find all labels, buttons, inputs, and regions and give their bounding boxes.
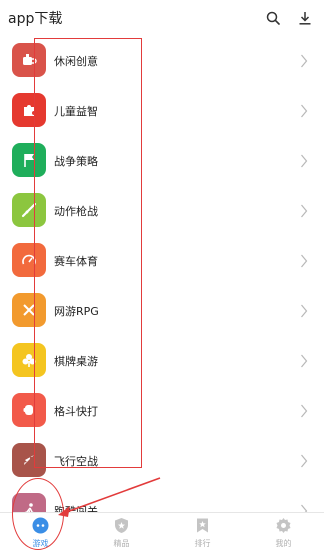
fist-icon [12, 393, 46, 427]
bookmark-icon [194, 517, 211, 534]
category-row-racing[interactable]: 赛车体育 [0, 236, 324, 287]
category-row-flight[interactable]: 飞行空战 [0, 436, 324, 487]
search-icon[interactable] [262, 7, 284, 29]
tab-label: 我的 [275, 539, 292, 548]
top-header: app下载 [0, 0, 324, 37]
puzzle-piece-icon [12, 93, 46, 127]
runner-icon [12, 493, 46, 512]
category-label: 战争策略 [54, 155, 98, 168]
tab-label: 游戏 [32, 539, 49, 548]
tab-ranking[interactable]: 排行 [162, 513, 243, 552]
chevron-right-icon [301, 354, 308, 368]
download-icon[interactable] [294, 7, 316, 29]
tab-featured[interactable]: 精品 [81, 513, 162, 552]
chevron-right-icon [301, 504, 308, 512]
category-row-board[interactable]: 棋牌桌游 [0, 336, 324, 387]
category-row-parkour[interactable]: 跑酷闯关 [0, 486, 324, 512]
category-row-shooter[interactable]: 动作枪战 [0, 186, 324, 237]
rifle-icon [12, 193, 46, 227]
rocket-icon [12, 443, 46, 477]
category-label: 棋牌桌游 [54, 355, 98, 368]
shield-star-icon [113, 517, 130, 534]
category-label: 跑酷闯关 [54, 505, 98, 512]
category-label: 休闲创意 [54, 55, 98, 68]
club-card-icon [12, 343, 46, 377]
chevron-right-icon [301, 204, 308, 218]
gamepad-icon [32, 517, 49, 534]
chevron-right-icon [301, 154, 308, 168]
speedometer-icon [12, 243, 46, 277]
category-row-fighting[interactable]: 格斗快打 [0, 386, 324, 437]
puzzle-cup-icon [12, 43, 46, 77]
chevron-right-icon [301, 304, 308, 318]
tab-label: 精品 [113, 539, 130, 548]
tab-mine[interactable]: 我的 [243, 513, 324, 552]
category-row-kids[interactable]: 儿童益智 [0, 86, 324, 137]
category-list: 休闲创意 儿童益智 战争策略 动作枪战 赛车体育 网游RPG 棋牌桌游 格斗快打… [0, 36, 324, 512]
category-label: 格斗快打 [54, 405, 98, 418]
chevron-right-icon [301, 54, 308, 68]
tab-label: 排行 [194, 539, 211, 548]
category-label: 动作枪战 [54, 205, 98, 218]
category-row-rpg[interactable]: 网游RPG [0, 286, 324, 337]
page-title: app下载 [8, 11, 63, 27]
gear-icon [275, 517, 292, 534]
category-label: 飞行空战 [54, 455, 98, 468]
category-label: 儿童益智 [54, 105, 98, 118]
category-label: 网游RPG [54, 305, 99, 318]
crossed-swords-icon [12, 293, 46, 327]
category-label: 赛车体育 [54, 255, 98, 268]
tab-games[interactable]: 游戏 [0, 513, 81, 552]
chevron-right-icon [301, 404, 308, 418]
bottom-tab-bar: 游戏 精品 排行 我的 [0, 512, 324, 552]
category-row-strategy[interactable]: 战争策略 [0, 136, 324, 187]
flag-icon [12, 143, 46, 177]
category-row-casual[interactable]: 休闲创意 [0, 36, 324, 87]
chevron-right-icon [301, 104, 308, 118]
chevron-right-icon [301, 454, 308, 468]
chevron-right-icon [301, 254, 308, 268]
